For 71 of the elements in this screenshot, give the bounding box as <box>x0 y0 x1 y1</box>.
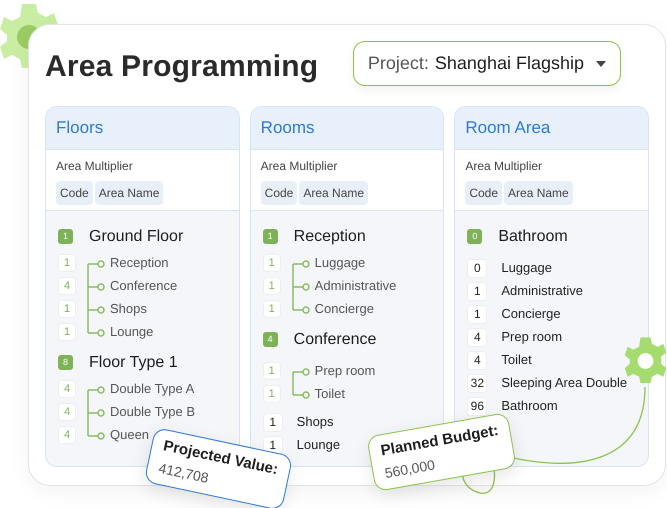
tree-connector <box>86 386 106 440</box>
area-name: Reception <box>110 254 169 272</box>
tree-connector <box>290 260 311 314</box>
tag-value: 412,708 <box>156 459 210 488</box>
code-badge: 0 <box>467 229 482 244</box>
code-badge: 0 <box>467 258 488 278</box>
project-dropdown[interactable]: Project: Shanghai Flagship <box>352 41 621 86</box>
area-name: Conference <box>110 277 178 296</box>
column-title: Floors <box>46 107 239 150</box>
area-name: Toilet <box>314 385 346 404</box>
area-name: Luggage <box>501 259 552 278</box>
area-name: Queen <box>110 426 150 444</box>
group-name: Floor Type 1 <box>89 352 178 372</box>
area-name: Luggage <box>314 254 366 272</box>
column-header: Code <box>465 180 502 204</box>
area-name: Shops <box>296 413 334 432</box>
area-name: Toilet <box>501 351 532 370</box>
code-badge: 1 <box>262 277 281 295</box>
group-name: Bathroom <box>498 226 568 246</box>
area-name: Administrative <box>314 277 396 296</box>
code-badge: 1 <box>58 254 76 272</box>
code-badge: 4 <box>467 350 488 370</box>
column-title: Room Area <box>455 107 648 150</box>
multiplier-label: Area Multiplier <box>260 158 338 174</box>
code-badge: 1 <box>467 282 488 300</box>
area-name: Lounge <box>110 323 154 342</box>
code-badge: 1 <box>467 304 488 324</box>
column-header: Code <box>260 180 298 204</box>
tree-connector <box>290 368 311 398</box>
group-name: Reception <box>294 226 366 246</box>
column-header: Area Name <box>94 180 164 204</box>
code-badge: 4 <box>58 403 76 421</box>
area-name: Bathroom <box>501 397 558 416</box>
code-badge: 1 <box>262 300 281 318</box>
group-name: Ground Floor <box>89 226 184 246</box>
code-badge: 96 <box>467 396 488 416</box>
group-name: Conference <box>294 330 376 350</box>
column-title: Rooms <box>250 107 444 150</box>
code-badge: 1 <box>262 436 283 454</box>
code-badge: 1 <box>262 254 281 272</box>
column-header: Area Name <box>504 180 573 204</box>
column-header: Code <box>56 180 93 204</box>
multiplier-label: Area Multiplier <box>56 158 134 174</box>
area-name: Double Type A <box>110 380 194 398</box>
multiplier-label: Area Multiplier <box>465 158 544 174</box>
area-name: Sleeping Area Double <box>501 374 628 392</box>
area-name: Concierge <box>314 300 374 318</box>
code-badge: 32 <box>467 374 488 392</box>
code-badge: 1 <box>262 412 283 432</box>
area-name: Concierge <box>501 305 561 324</box>
area-name: Prep room <box>501 328 562 346</box>
code-badge: 1 <box>262 362 281 380</box>
area-name: Prep room <box>314 362 376 380</box>
code-badge: 4 <box>262 332 278 347</box>
caret-icon <box>596 60 606 66</box>
code-badge: 8 <box>58 355 73 370</box>
area-name: Administrative <box>501 282 583 300</box>
code-badge: 4 <box>58 380 76 398</box>
column-header: Area Name <box>299 180 368 204</box>
code-badge: 1 <box>262 385 281 403</box>
code-badge: 1 <box>58 229 73 244</box>
area-name: Lounge <box>296 436 340 454</box>
code-badge: 1 <box>262 229 278 244</box>
code-badge: 4 <box>58 277 76 295</box>
code-badge: 1 <box>58 323 76 341</box>
code-badge: 1 <box>58 300 76 318</box>
page-title: Area Programming <box>45 49 318 85</box>
area-name: Double Type B <box>110 403 196 422</box>
code-badge: 4 <box>58 426 76 444</box>
code-badge: 4 <box>467 328 488 346</box>
area-name: Shops <box>110 300 147 318</box>
